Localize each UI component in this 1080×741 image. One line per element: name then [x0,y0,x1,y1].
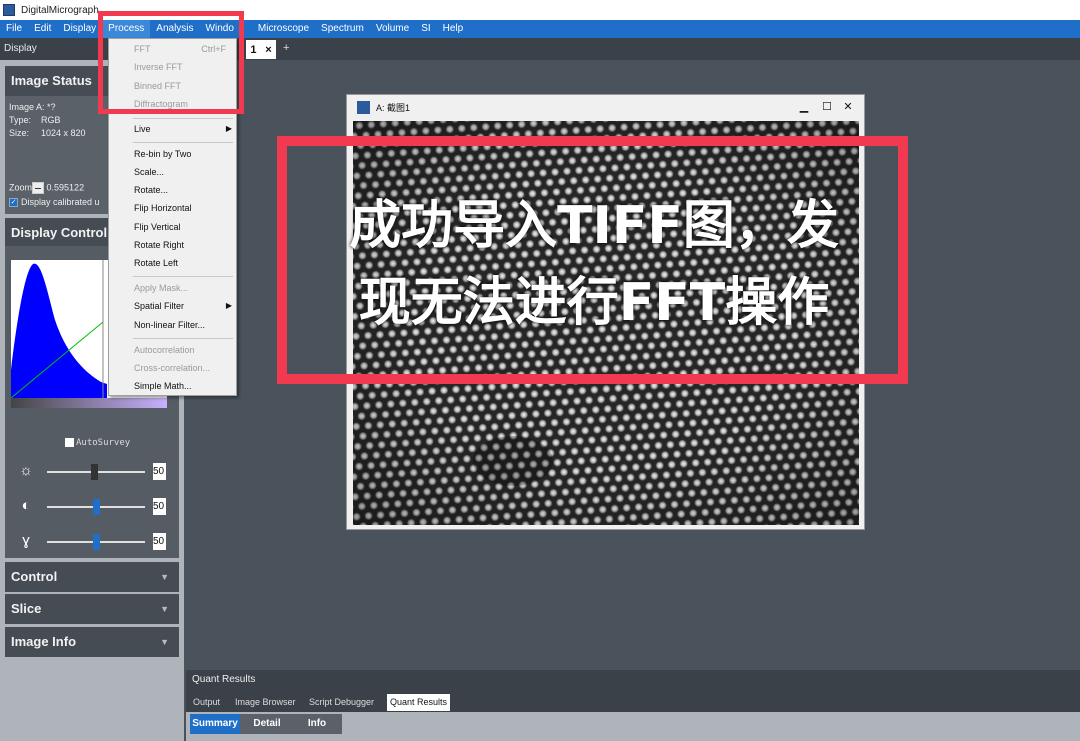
menu-microscope[interactable]: Microscope [252,20,315,38]
control-section-title: Control [11,569,58,584]
document-tab-label: 1 [250,43,257,56]
contrast-icon: ◐ [21,497,31,514]
quant-subtabs: Summary Detail Info [190,714,342,734]
size-key: Size: [9,128,30,138]
slice-section-title: Slice [11,601,42,616]
maximize-icon[interactable]: ☐ [820,100,834,113]
fft-highlight-box [98,11,244,114]
image-window-title: A: 截图1 [376,102,411,113]
control-section-header[interactable]: Control ▼ [5,562,179,592]
brightness-value[interactable]: 50 [153,463,166,480]
zoom-stepper[interactable] [32,182,45,194]
gamma-value[interactable]: 50 [153,533,166,550]
menu-item-simple-math[interactable]: Simple Math... [134,381,192,391]
annotation-line-1: 成功导入TIFF图，发 [349,196,839,256]
app-title: DigitalMicrograph [21,4,99,16]
menu-file[interactable]: File [0,20,28,38]
color-ramp [11,398,167,408]
menu-item-rotate[interactable]: Rotate... [134,185,168,195]
autosurvey-option[interactable]: AutoSurvey [65,438,130,448]
subtab-detail[interactable]: Detail [242,714,292,734]
image-status-title: Image Status [11,73,92,88]
chevron-down-icon: ▼ [160,604,169,614]
menu-si[interactable]: SI [415,20,436,38]
contrast-row: ◐ 50 [13,497,175,517]
gamma-row: ɣ 50 [13,532,175,552]
zoom-value: 0.595122 [46,182,85,193]
menu-item-scale[interactable]: Scale... [134,167,164,177]
menu-spectrum[interactable]: Spectrum [315,20,370,38]
new-tab-button[interactable]: + [283,42,289,54]
menu-item-flip-vertical[interactable]: Flip Vertical [134,222,181,232]
close-tab-icon[interactable]: × [265,44,271,56]
menu-edit[interactable]: Edit [28,20,57,38]
autosurvey-checkbox[interactable] [65,438,74,447]
zoom-key: Zoom [9,182,33,193]
tab-output[interactable]: Output [190,694,223,711]
menu-item-nonlinear-filter[interactable]: Non-linear Filter... [134,320,205,330]
annotation-line-2: 现无法进行FFT操作 [358,273,830,333]
menu-separator [133,118,233,119]
tab-script-debugger[interactable]: Script Debugger [306,694,377,711]
menu-item-autocorrelation[interactable]: Autocorrelation [134,345,195,355]
gamma-slider-thumb[interactable] [93,534,100,550]
type-key: Type: [9,115,32,125]
close-icon[interactable]: ✕ [841,100,855,113]
display-control-title: Display Control [11,225,108,240]
annotation-text: 成功导入TIFF图，发 现无法进行FFT操作 [296,188,892,342]
bottom-panel: Quant Results Output Image Browser Scrip… [186,670,1080,741]
menu-item-spatial-filter[interactable]: Spatial Filter [134,301,184,311]
display-calibrated-checkbox[interactable]: ✓ [9,198,18,208]
menu-item-live[interactable]: Live [134,124,151,134]
image-info-section-title: Image Info [11,634,77,649]
display-panel-label: Display [4,43,37,54]
tab-image-browser[interactable]: Image Browser [232,694,299,711]
tab-quant-results[interactable]: Quant Results [387,694,451,711]
contrast-value[interactable]: 50 [153,498,166,515]
menu-display[interactable]: Display [57,20,102,38]
image-window-icon [357,100,370,114]
menu-volume[interactable]: Volume [370,20,415,38]
slice-section-header[interactable]: Slice ▼ [5,594,179,624]
bottom-panel-tabs: Output Image Browser Script Debugger Qua… [186,690,1080,712]
menu-separator [133,276,233,277]
submenu-arrow-icon: ▶ [225,301,232,310]
chevron-down-icon: ▼ [160,572,169,582]
menu-help[interactable]: Help [437,20,470,38]
menu-item-flip-horizontal[interactable]: Flip Horizontal [134,203,192,213]
menu-item-cross-correlation[interactable]: Cross-correlation... [134,363,210,373]
subtab-info[interactable]: Info [294,714,340,734]
brightness-slider-thumb[interactable] [91,464,99,480]
menu-separator [133,142,233,143]
minimize-icon[interactable]: ▁ [797,100,811,113]
display-calibrated-label: Display calibrated u [21,197,100,207]
image-window-titlebar[interactable]: A: 截图1 ▁ ☐ ✕ [347,95,864,119]
brightness-icon: ☼ [19,462,33,479]
menu-item-rotate-right[interactable]: Rotate Right [134,240,184,250]
document-tab[interactable]: 1 × [246,40,276,59]
type-value: RGB [41,115,61,125]
menu-item-rebin[interactable]: Re-bin by Two [134,149,191,159]
menu-item-rotate-left[interactable]: Rotate Left [134,258,178,268]
autosurvey-label: AutoSurvey [76,438,131,448]
subtab-summary[interactable]: Summary [190,714,240,734]
gamma-icon: ɣ [22,532,30,549]
contrast-slider-thumb[interactable] [93,499,100,515]
size-value: 1024 x 820 [41,128,86,138]
app-logo-icon [3,4,15,16]
bottom-panel-title: Quant Results [186,670,1080,690]
menu-separator [133,338,233,339]
chevron-down-icon: ▼ [160,637,169,647]
image-info-section-header[interactable]: Image Info ▼ [5,627,179,657]
submenu-arrow-icon: ▶ [225,124,232,133]
image-label: Image A: *? [9,102,56,112]
brightness-row: ☼ 50 [13,462,175,482]
menu-item-apply-mask[interactable]: Apply Mask... [134,283,188,293]
